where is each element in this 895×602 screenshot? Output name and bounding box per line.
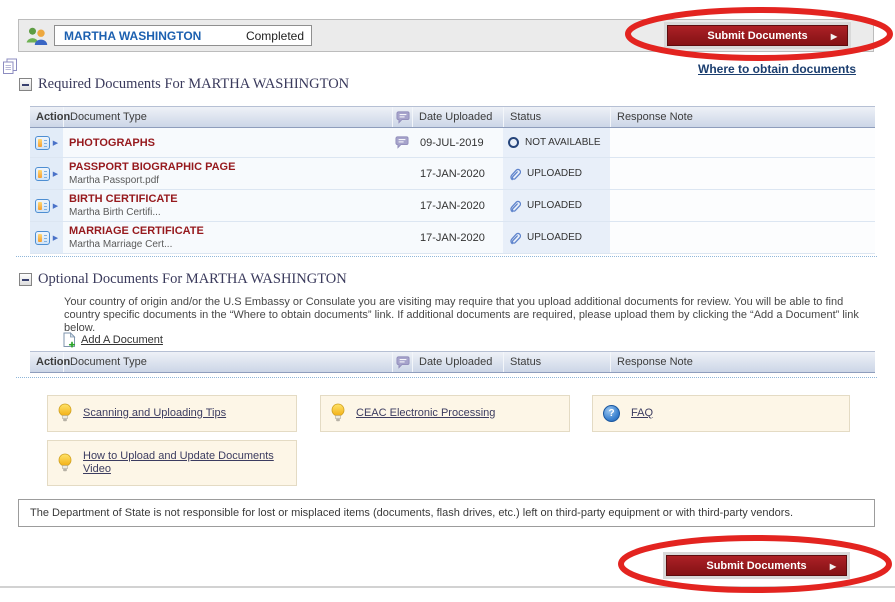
response-note-cell	[610, 190, 875, 222]
table-row-birth: BIRTH CERTIFICATE Martha Birth Certifi..…	[30, 190, 875, 222]
help-box-scanning-tips: Scanning and Uploading Tips	[47, 395, 297, 432]
table-header-row: Action Document Type Date Uploaded Statu…	[30, 351, 875, 373]
column-header-action: Action	[30, 107, 63, 127]
view-form-icon[interactable]	[35, 167, 50, 181]
column-header-status: Status	[503, 107, 610, 127]
optional-section-header: Optional Documents For MARTHA WASHINGTON	[19, 271, 347, 288]
balloon-icon	[392, 352, 412, 372]
ceac-upload-documents-page: MARTHA WASHINGTON Completed Submit Docum…	[0, 0, 895, 602]
add-a-document-link[interactable]: Add A Document	[81, 334, 163, 346]
submit-documents-label: Submit Documents	[707, 30, 807, 42]
response-note-cell	[610, 128, 875, 158]
uploaded-file-name: Martha Birth Certifi...	[69, 207, 161, 218]
table-row-marriage: MARRIAGE CERTIFICATE Martha Marriage Cer…	[30, 222, 875, 254]
applicant-name: MARTHA WASHINGTON	[64, 29, 201, 43]
comment-balloon-icon[interactable]	[392, 128, 412, 158]
document-type-link[interactable]: PASSPORT BIOGRAPHIC PAGE	[69, 161, 235, 173]
expand-arrow-icon[interactable]	[53, 142, 58, 144]
status-label: NOT AVAILABLE	[525, 137, 601, 148]
paperclip-icon[interactable]	[508, 199, 521, 213]
ceac-electronic-processing-link[interactable]: CEAC Electronic Processing	[356, 407, 495, 420]
arrow-right-icon	[831, 30, 837, 42]
help-box-upload-video: How to Upload and Update Documents Video	[47, 440, 297, 486]
date-uploaded: 17-JAN-2020	[412, 158, 503, 190]
table-row-passport: PASSPORT BIOGRAPHIC PAGE Martha Passport…	[30, 158, 875, 190]
required-section-title: Required Documents For MARTHA WASHINGTON	[38, 76, 349, 93]
column-header-document-type: Document Type	[63, 107, 392, 127]
submit-documents-frame-top: Submit Documents	[664, 22, 851, 49]
date-uploaded: 09-JUL-2019	[412, 128, 503, 158]
view-form-icon[interactable]	[35, 199, 50, 213]
view-form-icon[interactable]	[35, 231, 50, 245]
not-available-circle-icon	[508, 137, 519, 148]
collapse-minus-icon[interactable]	[19, 78, 32, 91]
required-documents-table: Action Document Type Date Uploaded Statu…	[30, 106, 875, 254]
add-document-icon	[63, 332, 76, 348]
document-type-link[interactable]: BIRTH CERTIFICATE	[69, 193, 178, 205]
column-header-date-uploaded: Date Uploaded	[412, 352, 503, 372]
lightbulb-icon	[58, 403, 72, 424]
optional-documents-table: Action Document Type Date Uploaded Statu…	[30, 351, 875, 373]
applicant-status: Completed	[246, 29, 304, 43]
bottom-divider	[0, 586, 895, 588]
disclaimer-text: The Department of State is not responsib…	[30, 507, 793, 519]
view-form-icon[interactable]	[35, 136, 50, 150]
applicant-tab[interactable]: MARTHA WASHINGTON Completed	[54, 25, 312, 46]
balloon-icon	[392, 107, 412, 127]
response-note-cell	[610, 158, 875, 190]
lightbulb-icon	[58, 453, 72, 474]
scanning-uploading-tips-link[interactable]: Scanning and Uploading Tips	[83, 407, 226, 420]
where-to-obtain-documents-link[interactable]: Where to obtain documents	[698, 62, 856, 76]
expand-arrow-icon[interactable]	[53, 173, 58, 175]
date-uploaded: 17-JAN-2020	[412, 222, 503, 254]
submit-documents-button-bottom[interactable]: Submit Documents	[666, 555, 847, 576]
lightbulb-icon	[331, 403, 345, 424]
paperclip-icon[interactable]	[508, 167, 521, 181]
question-icon	[603, 405, 620, 422]
help-box-faq: FAQ	[592, 395, 850, 432]
required-section-header: Required Documents For MARTHA WASHINGTON	[19, 76, 349, 93]
section-divider	[16, 256, 877, 257]
document-type-link[interactable]: MARRIAGE CERTIFICATE	[69, 225, 204, 237]
status-label: UPLOADED	[527, 200, 582, 211]
table-row-photographs: PHOTOGRAPHS 09-JUL-2019 NOT AVAILABLE	[30, 128, 875, 158]
add-a-document: Add A Document	[63, 332, 163, 348]
column-header-date-uploaded: Date Uploaded	[412, 107, 503, 127]
expand-arrow-icon[interactable]	[53, 237, 58, 239]
date-uploaded: 17-JAN-2020	[412, 190, 503, 222]
paperclip-icon[interactable]	[508, 231, 521, 245]
arrow-right-icon	[830, 560, 836, 572]
optional-section-description: Your country of origin and/or the U.S Em…	[64, 296, 868, 335]
help-box-ceac-processing: CEAC Electronic Processing	[320, 395, 570, 432]
section-divider	[16, 377, 877, 378]
column-header-response-note: Response Note	[610, 107, 875, 127]
document-type-link[interactable]: PHOTOGRAPHS	[69, 137, 155, 149]
faq-link[interactable]: FAQ	[631, 407, 653, 420]
submit-documents-frame-bottom: Submit Documents	[663, 552, 850, 579]
submit-documents-button-top[interactable]: Submit Documents	[667, 25, 848, 46]
column-header-action: Action	[30, 352, 63, 372]
table-header-row: Action Document Type Date Uploaded Statu…	[30, 106, 875, 128]
expand-arrow-icon[interactable]	[53, 205, 58, 207]
uploaded-file-name: Martha Passport.pdf	[69, 175, 159, 186]
status-label: UPLOADED	[527, 232, 582, 243]
copy-pages-icon[interactable]	[2, 58, 18, 75]
column-header-response-note: Response Note	[610, 352, 875, 372]
users-icon	[24, 26, 50, 46]
column-header-document-type: Document Type	[63, 352, 392, 372]
status-label: UPLOADED	[527, 168, 582, 179]
column-header-status: Status	[503, 352, 610, 372]
submit-documents-label: Submit Documents	[706, 560, 806, 572]
optional-section-title: Optional Documents For MARTHA WASHINGTON	[38, 271, 347, 288]
disclaimer-box: The Department of State is not responsib…	[18, 499, 875, 527]
uploaded-file-name: Martha Marriage Cert...	[69, 239, 172, 250]
response-note-cell	[610, 222, 875, 254]
collapse-minus-icon[interactable]	[19, 273, 32, 286]
upload-video-link[interactable]: How to Upload and Update Documents Video	[83, 450, 286, 476]
